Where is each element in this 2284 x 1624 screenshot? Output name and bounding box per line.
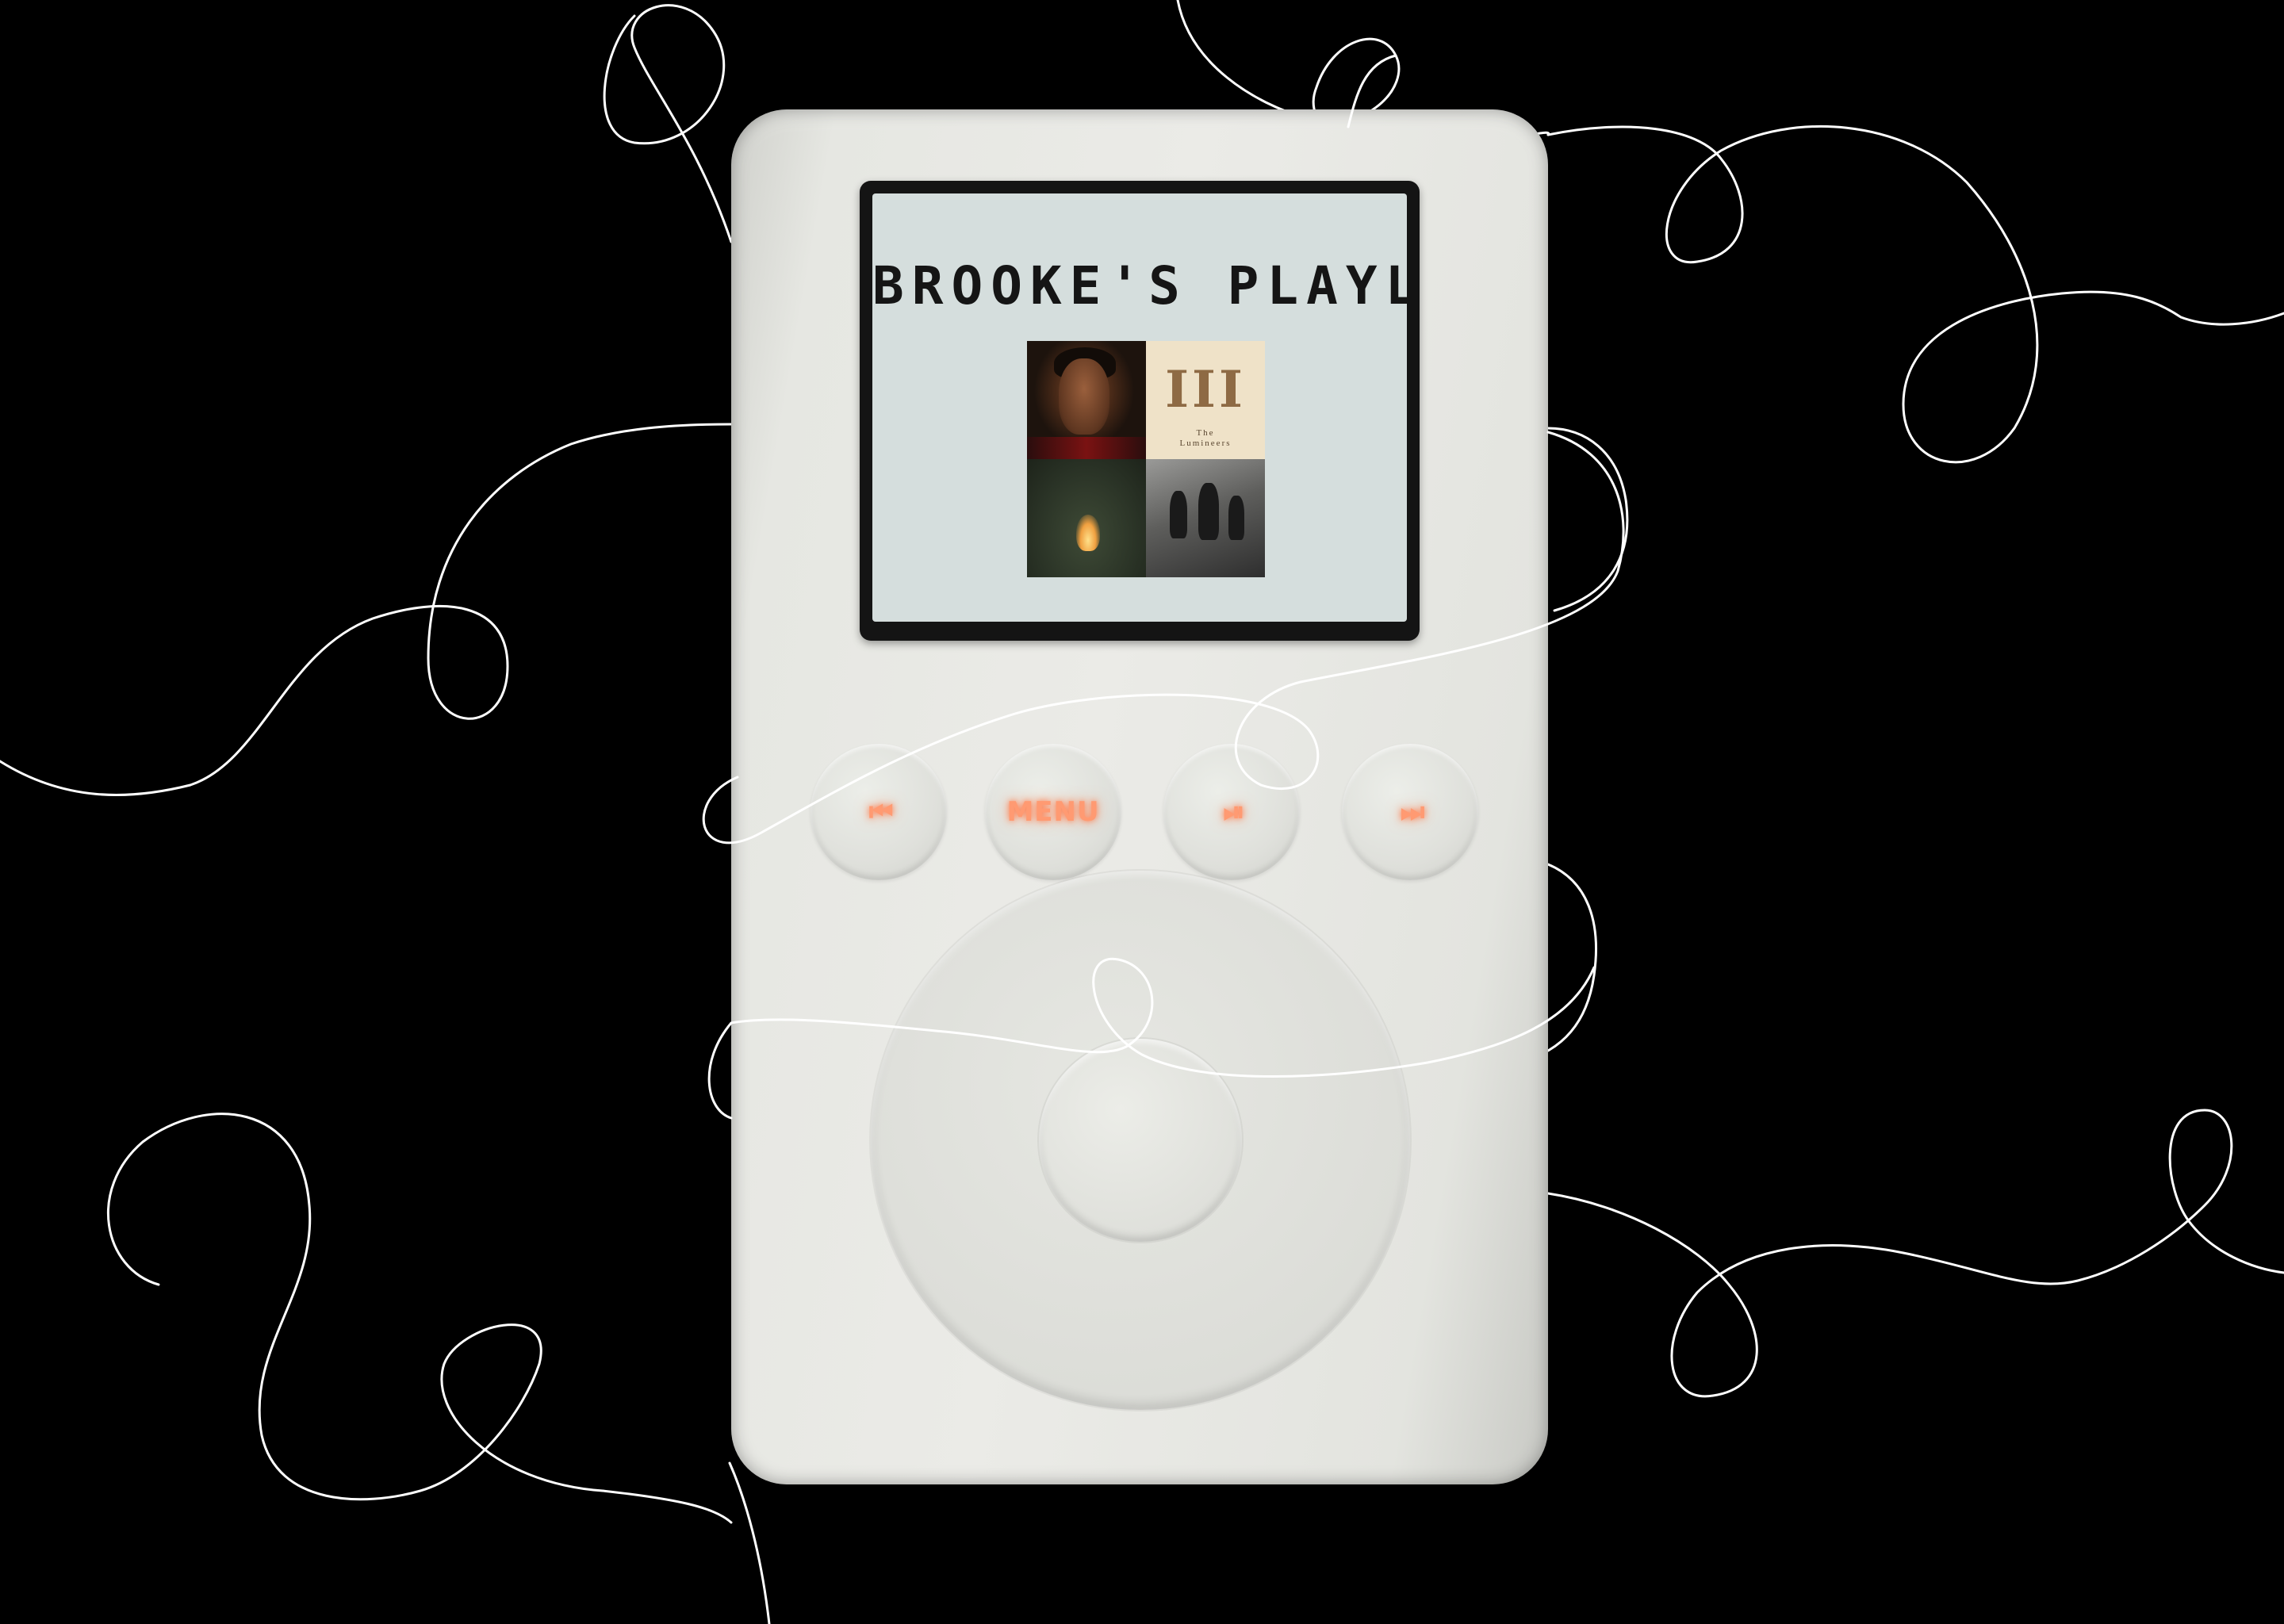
album-artist: The Lumineers [1179,428,1232,448]
ipod-device: BROOKE'S PLAYLIST III The Lumineers [731,109,1548,1484]
portrait-shirt [1027,437,1146,459]
menu-button[interactable]: MENU [985,744,1121,880]
campfire-flame [1076,515,1100,551]
scroll-wheel[interactable] [871,871,1410,1410]
album-numeral: III [1165,360,1246,419]
previous-button[interactable]: ⏮ [811,744,947,880]
album-art-lumineers[interactable]: III The Lumineers [1146,341,1265,459]
stage: BROOKE'S PLAYLIST III The Lumineers [0,0,2284,1624]
silhouette-figure [1170,491,1187,538]
album-art-silhouettes[interactable] [1146,459,1265,577]
play-pause-button[interactable]: ⏯ [1163,744,1300,880]
playlist-title: BROOKE'S PLAYLIST [872,255,1407,316]
center-select-button[interactable] [1039,1039,1242,1242]
album-art-portrait[interactable] [1027,341,1146,459]
portrait-face [1059,358,1109,435]
skip-forward-icon: ⏭ [1400,796,1425,828]
album-art-grid[interactable]: III The Lumineers [1027,341,1265,577]
next-button[interactable]: ⏭ [1342,744,1478,880]
display-screen: BROOKE'S PLAYLIST III The Lumineers [872,193,1407,622]
skip-back-icon: ⏮ [868,796,894,828]
silhouette-figure [1198,483,1219,540]
album-art-campfire[interactable] [1027,459,1146,577]
menu-label: MENU [1006,796,1100,828]
screen-bezel: BROOKE'S PLAYLIST III The Lumineers [860,181,1420,641]
play-pause-icon: ⏯ [1223,796,1244,828]
silhouette-figure [1228,496,1244,540]
